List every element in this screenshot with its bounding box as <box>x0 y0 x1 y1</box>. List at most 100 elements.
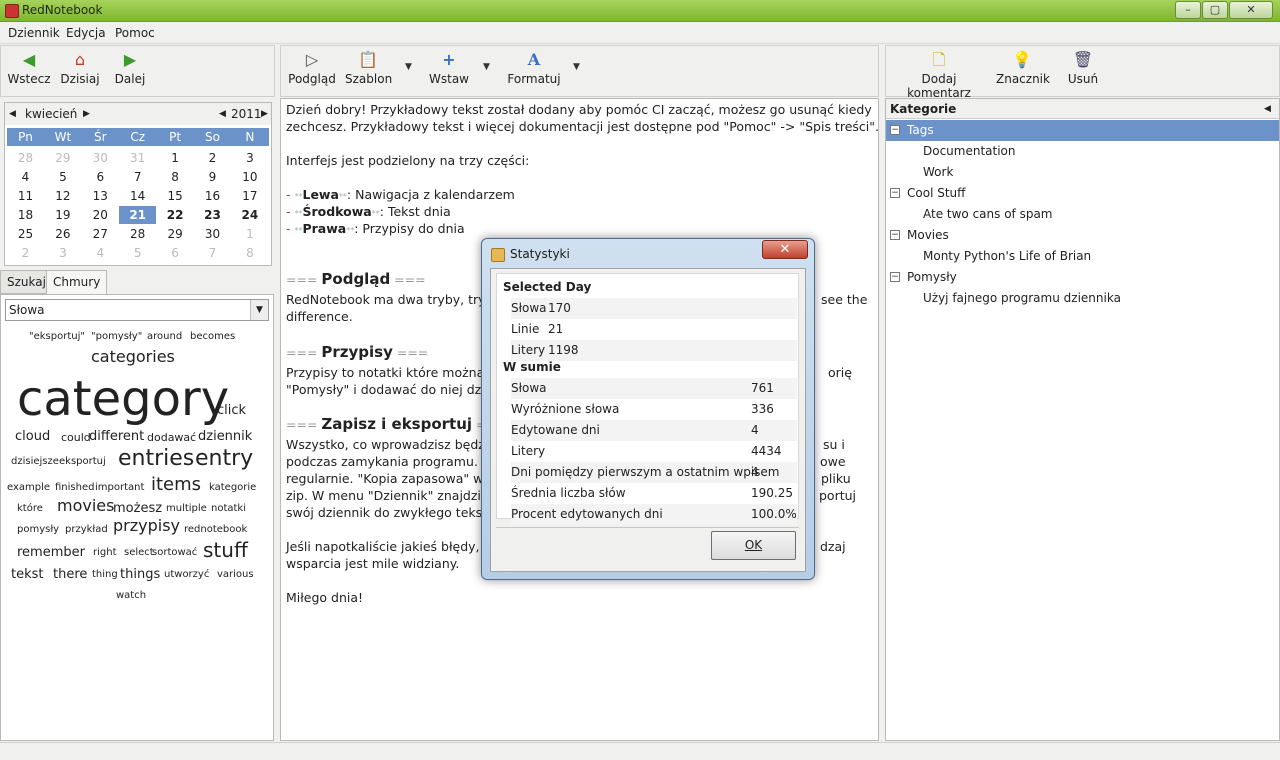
calendar-day[interactable]: 30 <box>82 149 119 167</box>
back-button[interactable]: ◀ Wstecz <box>7 50 51 94</box>
collapse-icon[interactable]: − <box>890 272 900 282</box>
calendar-day[interactable]: 29 <box>44 149 81 167</box>
cloud-word[interactable]: przykład <box>65 524 108 535</box>
calendar-day[interactable]: 22 <box>157 206 194 224</box>
calendar-day[interactable]: 29 <box>157 225 194 243</box>
insert-button[interactable]: + Wstaw <box>429 50 469 94</box>
category-entry[interactable]: Work <box>886 162 1279 183</box>
calendar-day[interactable]: 4 <box>7 168 44 186</box>
calendar-day[interactable]: 17 <box>231 187 268 205</box>
cloud-word[interactable]: there <box>53 567 87 582</box>
format-button[interactable]: A Formatuj <box>507 50 561 94</box>
calendar-day[interactable]: 9 <box>194 168 231 186</box>
template-dropdown-icon[interactable]: ▼ <box>405 62 412 72</box>
tab-search[interactable]: Szukaj <box>0 270 53 294</box>
collapse-icon[interactable]: − <box>890 125 900 135</box>
cloud-word[interactable]: entries <box>118 446 194 471</box>
cloud-word[interactable]: category <box>17 371 229 427</box>
calendar-day[interactable]: 11 <box>7 187 44 205</box>
calendar-day[interactable]: 3 <box>44 244 81 262</box>
calendar-day[interactable]: 8 <box>157 168 194 186</box>
cloud-word[interactable]: stuff <box>203 538 248 562</box>
category-entry[interactable]: Ate two cans of spam <box>886 204 1279 225</box>
calendar-day[interactable]: 28 <box>119 225 156 243</box>
cloud-word[interactable]: right <box>93 547 117 558</box>
cloud-word[interactable]: możesz <box>113 501 162 516</box>
cloud-word[interactable]: entry <box>195 446 253 471</box>
add-comment-button[interactable]: 🗋 Dodaj komentarz <box>892 50 986 100</box>
cloud-word[interactable]: "pomysły" <box>91 331 142 342</box>
insert-dropdown-icon[interactable]: ▼ <box>483 62 490 72</box>
cloud-type-select[interactable]: Słowa ▼ <box>5 299 269 321</box>
cloud-word[interactable]: various <box>217 569 254 580</box>
calendar-day[interactable]: 25 <box>7 225 44 243</box>
calendar-day[interactable]: 2 <box>194 149 231 167</box>
calendar-day[interactable]: 5 <box>44 168 81 186</box>
next-year-icon[interactable]: ▶ <box>261 109 268 119</box>
calendar-day[interactable]: 19 <box>44 206 81 224</box>
cloud-word[interactable]: pomysły <box>17 524 59 535</box>
prev-month-icon[interactable]: ◀ <box>9 109 16 119</box>
calendar-day[interactable]: 7 <box>194 244 231 262</box>
today-button[interactable]: ⌂ Dzisiaj <box>59 50 101 94</box>
cloud-word[interactable]: które <box>17 503 43 514</box>
calendar-day[interactable]: 6 <box>82 168 119 186</box>
close-window-button[interactable]: ✕ <box>1229 1 1273 19</box>
cloud-word[interactable]: click <box>217 403 246 418</box>
cloud-word[interactable]: rednotebook <box>184 524 247 535</box>
calendar-day[interactable]: 1 <box>157 149 194 167</box>
calendar-day[interactable]: 2 <box>7 244 44 262</box>
template-button[interactable]: 📋 Szablon <box>345 50 392 94</box>
dialog-close-button[interactable]: ✕ <box>762 240 808 259</box>
cloud-word[interactable]: przypisy <box>113 516 180 535</box>
calendar-day[interactable]: 14 <box>119 187 156 205</box>
categories-header[interactable]: Kategorie ◀ <box>886 99 1279 119</box>
cloud-word[interactable]: items <box>151 474 201 495</box>
calendar-day[interactable]: 4 <box>82 244 119 262</box>
category-node[interactable]: − Pomysły <box>886 267 1279 288</box>
cloud-word[interactable]: around <box>147 331 182 342</box>
calendar-day[interactable]: 6 <box>157 244 194 262</box>
cloud-word[interactable]: cloud <box>15 429 50 444</box>
category-entry[interactable]: Monty Python's Life of Brian <box>886 246 1279 267</box>
calendar-day[interactable]: 7 <box>119 168 156 186</box>
next-month-icon[interactable]: ▶ <box>83 109 90 119</box>
cloud-word[interactable]: could <box>61 431 91 444</box>
calendar-day[interactable]: 30 <box>194 225 231 243</box>
category-entry[interactable]: Użyj fajnego programu dziennika <box>886 288 1279 309</box>
menu-edycja[interactable]: Edycja <box>66 26 106 40</box>
calendar-day[interactable]: 24 <box>231 206 268 224</box>
prev-year-icon[interactable]: ◀ <box>219 109 226 119</box>
cloud-word[interactable]: "eksportuj" <box>29 331 85 342</box>
category-node[interactable]: − Cool Stuff <box>886 183 1279 204</box>
calendar-day[interactable]: 10 <box>231 168 268 186</box>
calendar-day[interactable]: 12 <box>44 187 81 205</box>
delete-button[interactable]: 🗑 Usuń <box>1066 50 1100 94</box>
cloud-word[interactable]: categories <box>91 347 175 366</box>
preview-button[interactable]: ▷ Podgląd <box>287 50 337 94</box>
cloud-word[interactable]: different <box>89 429 144 444</box>
calendar-day[interactable]: 21 <box>119 206 157 224</box>
tag-button[interactable]: 💡 Znacznik <box>996 50 1050 94</box>
calendar-day[interactable]: 5 <box>119 244 156 262</box>
cloud-word[interactable]: thing <box>92 569 118 580</box>
calendar-day[interactable]: 18 <box>7 206 44 224</box>
maximize-button[interactable]: ▢ <box>1202 1 1228 19</box>
cloud-word[interactable]: becomes <box>190 331 235 342</box>
category-node[interactable]: − Movies <box>886 225 1279 246</box>
tab-clouds[interactable]: Chmury <box>46 270 108 294</box>
format-dropdown-icon[interactable]: ▼ <box>573 62 580 72</box>
collapse-icon[interactable]: − <box>890 230 900 240</box>
cloud-word[interactable]: dzisiejsze <box>11 456 59 467</box>
category-node[interactable]: − Tags <box>886 120 1279 141</box>
cloud-word[interactable]: kategorie <box>209 482 256 493</box>
cloud-word[interactable]: dodawać <box>147 431 196 444</box>
cloud-word[interactable]: notatki <box>211 503 246 514</box>
calendar-day[interactable]: 31 <box>119 149 156 167</box>
cloud-word[interactable]: remember <box>17 545 85 560</box>
cloud-word[interactable]: watch <box>116 590 146 601</box>
collapse-icon[interactable]: − <box>890 188 900 198</box>
menu-pomoc[interactable]: Pomoc <box>115 26 155 40</box>
calendar-day[interactable]: 8 <box>231 244 268 262</box>
cloud-word[interactable]: important <box>95 482 144 493</box>
